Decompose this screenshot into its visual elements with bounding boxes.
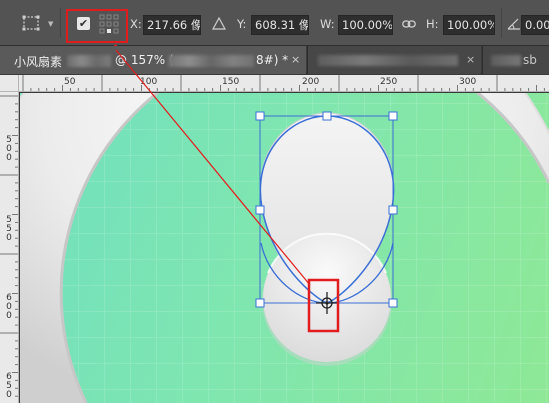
document-tab-bar: 小风扇素 @ 157% ( 8#) * × × sb [0, 46, 549, 74]
ruler-tick-label: 100 [140, 77, 158, 87]
w-label: W: [320, 17, 335, 31]
tab-title: sb [523, 53, 537, 67]
document-canvas[interactable] [20, 93, 549, 403]
ruler-tick-label: 250 [380, 77, 398, 87]
horizontal-ruler[interactable]: 50 100 150 200 250 300 [19, 75, 549, 92]
transform-tool-icon[interactable] [22, 15, 40, 31]
rotation-angle-field[interactable]: 0.00 [521, 15, 549, 35]
angle-icon [507, 18, 520, 30]
transform-handle[interactable] [322, 111, 332, 121]
transform-handle[interactable] [388, 205, 398, 215]
link-icon[interactable] [402, 19, 416, 29]
y-label: Y: [237, 17, 247, 31]
ruler-tick-label: 600 [6, 293, 12, 321]
tab-active-document[interactable]: 小风扇素 @ 157% ( 8#) * × [0, 46, 306, 74]
vertical-ruler[interactable]: 500 550 600 650 [0, 92, 19, 403]
ruler-tick-label: 200 [302, 77, 320, 87]
ruler-tick-label: 500 [6, 135, 12, 163]
redacted-text [67, 55, 111, 67]
ruler-corner[interactable] [0, 75, 19, 92]
tool-preset-chevron-down-icon[interactable]: ▼ [48, 20, 53, 28]
tab-close-icon[interactable]: × [466, 53, 475, 66]
ruler-tick-label: 50 [64, 77, 76, 87]
divider [501, 8, 502, 38]
ruler-tick-label: 150 [222, 77, 240, 87]
ruler-tick-label: 300 [459, 77, 477, 87]
transform-handle[interactable] [388, 111, 398, 121]
tab-document-3[interactable]: sb [482, 46, 549, 74]
canvas-artwork [20, 93, 549, 403]
relative-position-icon[interactable] [212, 17, 226, 30]
ruler-tick-label: 550 [6, 215, 12, 243]
redacted-text [491, 55, 521, 66]
transform-handle[interactable] [255, 111, 265, 121]
transform-handle[interactable] [255, 298, 265, 308]
transform-handle[interactable] [388, 298, 398, 308]
width-field[interactable]: 100.00% [338, 15, 393, 35]
tab-close-icon[interactable]: × [291, 53, 300, 66]
transform-handle[interactable] [255, 205, 265, 215]
redacted-text [318, 55, 458, 66]
tab-document-2[interactable]: × [307, 46, 481, 74]
redacted-text [168, 55, 254, 67]
h-label: H: [426, 17, 439, 31]
tab-layer-suffix: 8#) * [256, 53, 289, 67]
tab-zoom-text: @ 157% ( [115, 53, 174, 67]
x-label: X: [130, 17, 142, 31]
y-position-field[interactable]: 608.31 像素 [251, 15, 309, 35]
tab-title: 小风扇素 [14, 55, 63, 69]
ruler-tick-label: 650 [6, 372, 12, 400]
divider [60, 8, 61, 38]
height-field[interactable]: 100.00% [443, 15, 495, 35]
x-position-field[interactable]: 217.66 像素 [143, 15, 201, 35]
